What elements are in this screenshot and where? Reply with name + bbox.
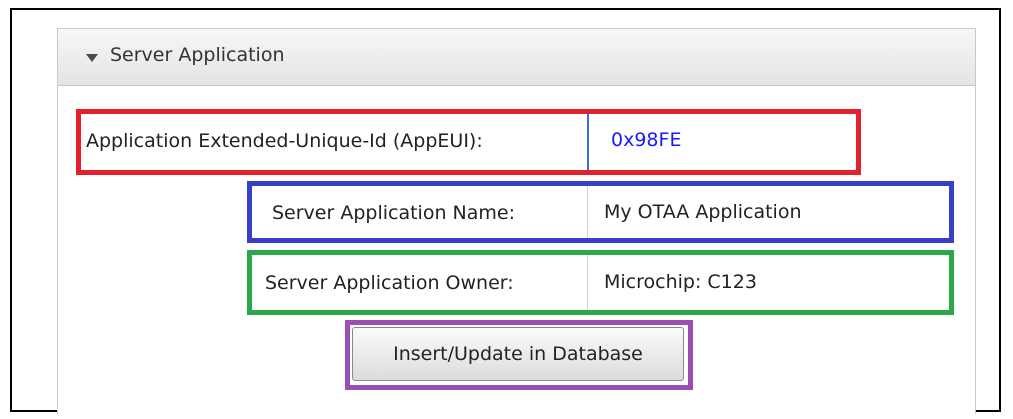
panel-title: Server Application (110, 44, 285, 66)
app-owner-input[interactable] (604, 271, 934, 293)
app-name-separator (587, 186, 588, 238)
app-owner-label: Server Application Owner: (265, 272, 514, 294)
app-eui-focus-border (587, 114, 589, 170)
app-eui-label: Application Extended-Unique-Id (AppEUI): (86, 130, 483, 152)
panel-header[interactable]: Server Application (58, 29, 975, 86)
app-name-label: Server Application Name: (272, 202, 516, 224)
triangle-down-icon[interactable] (86, 54, 98, 62)
app-name-input[interactable] (604, 201, 934, 223)
app-owner-separator (587, 255, 588, 310)
insert-update-button[interactable]: Insert/Update in Database (352, 327, 684, 381)
app-eui-input[interactable] (611, 129, 841, 151)
